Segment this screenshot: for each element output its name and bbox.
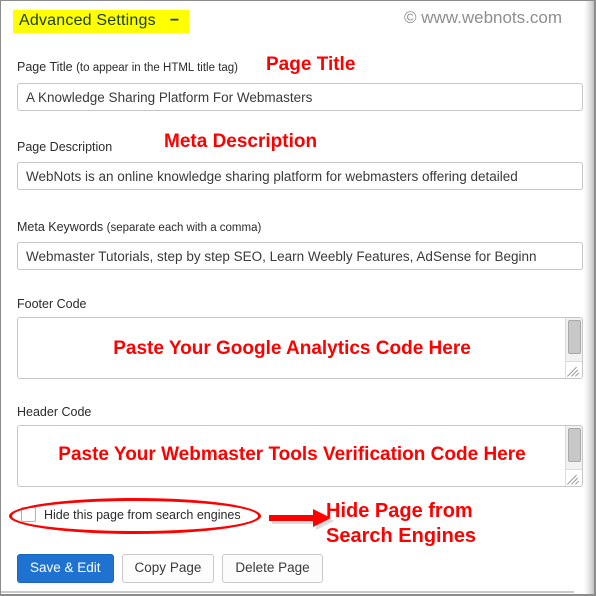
hide-page-annotation-line1: Hide Page from	[326, 500, 473, 522]
meta-keywords-label: Meta Keywords (separate each with a comm…	[17, 220, 261, 234]
watermark-text: © www.webnots.com	[403, 8, 562, 27]
header-code-textarea[interactable]: Paste Your Webmaster Tools Verification …	[17, 425, 583, 487]
panel-content: Advanced Settings − © www.webnots.com Pag…	[1, 1, 584, 594]
footer-code-textarea[interactable]: Paste Your Google Analytics Code Here	[17, 317, 583, 379]
page-title-annotation: Page Title	[266, 54, 356, 75]
collapse-minus-icon[interactable]: −	[170, 12, 180, 30]
bottom-divider	[1, 591, 574, 593]
header-code-scrollbar-thumb[interactable]	[568, 428, 581, 462]
footer-code-annotation: Paste Your Google Analytics Code Here	[113, 338, 471, 359]
save-and-edit-button[interactable]: Save & Edit	[17, 554, 114, 583]
page-title-input[interactable]	[17, 83, 583, 111]
footer-code-label: Footer Code	[17, 297, 86, 311]
delete-page-button[interactable]: Delete Page	[222, 554, 323, 583]
weebly-advanced-settings-panel: Advanced Settings − © www.webnots.com Pag…	[0, 0, 596, 596]
page-title-label: Page Title (to appear in the HTML title …	[17, 60, 238, 74]
footer-code-label-text: Footer Code	[17, 297, 87, 311]
action-button-row: Save & Edit Copy Page Delete Page	[17, 554, 323, 583]
copy-page-button[interactable]: Copy Page	[121, 554, 215, 583]
page-description-label: Page Description	[17, 140, 112, 154]
hide-page-checkbox-label: Hide this page from search engines	[44, 507, 241, 522]
window-edge-shadow	[584, 1, 594, 594]
advanced-settings-title: Advanced Settings	[19, 12, 156, 29]
page-description-label-text: Page Description	[17, 140, 113, 154]
hide-page-annotation-line2: Search Engines	[326, 525, 477, 547]
footer-code-resize-grip[interactable]	[565, 361, 582, 378]
header-code-label: Header Code	[17, 405, 91, 419]
footer-code-textarea-body[interactable]: Paste Your Google Analytics Code Here	[18, 318, 566, 378]
meta-keywords-input[interactable]	[17, 242, 583, 270]
hide-page-checkbox-row[interactable]: Hide this page from search engines	[21, 507, 241, 522]
header-code-textarea-body[interactable]: Paste Your Webmaster Tools Verification …	[18, 426, 566, 486]
footer-code-clipped-text	[26, 371, 558, 378]
page-description-input[interactable]	[17, 162, 583, 190]
page-title-label-text: Page Title	[17, 60, 73, 74]
header-code-label-text: Header Code	[17, 405, 92, 419]
meta-keywords-label-text: Meta Keywords	[17, 220, 104, 234]
advanced-settings-header[interactable]: Advanced Settings −	[13, 10, 190, 33]
footer-code-scrollbar-thumb[interactable]	[568, 320, 581, 354]
page-description-annotation: Meta Description	[164, 131, 318, 152]
page-title-hint: (to appear in the HTML title tag)	[76, 62, 239, 74]
header-code-annotation: Paste Your Webmaster Tools Verification …	[58, 444, 526, 465]
meta-keywords-hint: (separate each with a comma)	[106, 222, 262, 234]
header-code-resize-grip[interactable]	[565, 469, 582, 486]
hide-page-checkbox[interactable]	[21, 507, 36, 522]
